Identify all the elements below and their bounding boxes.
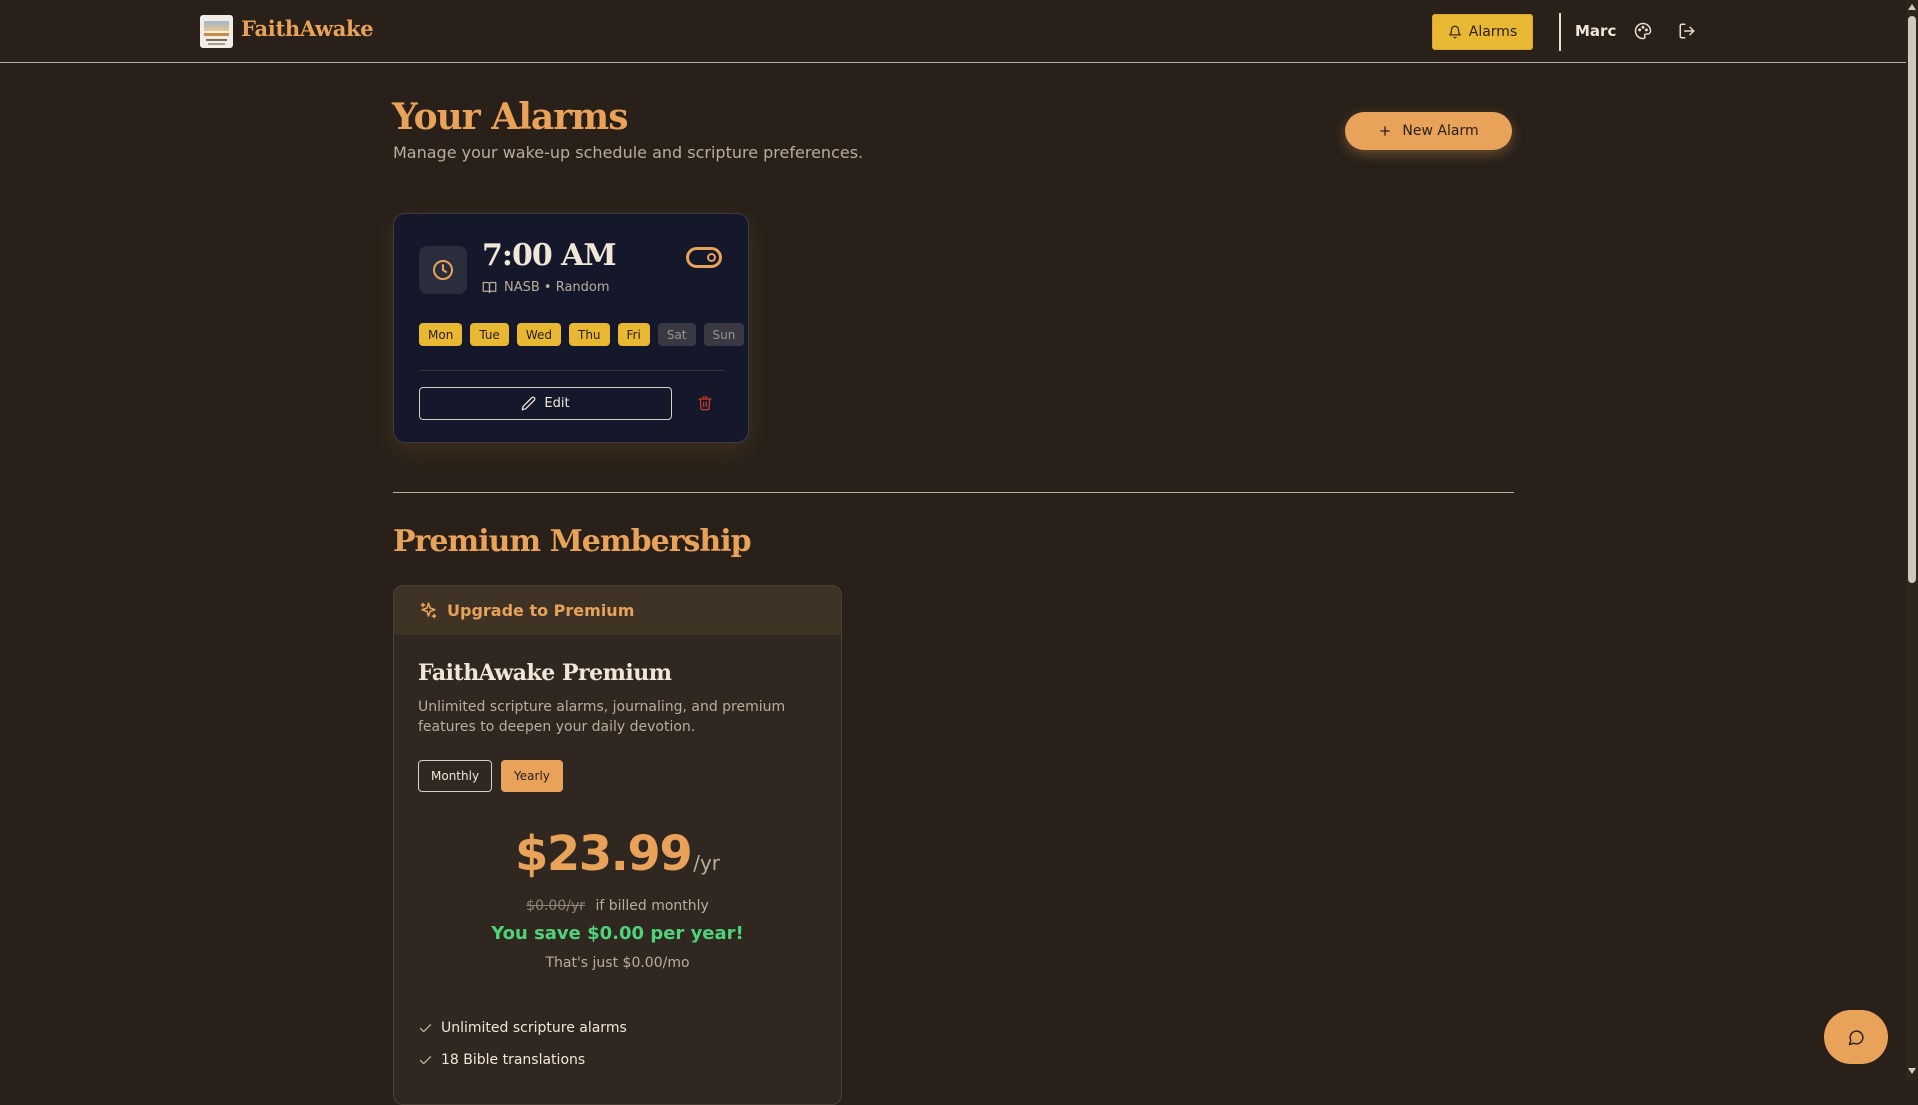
- logo[interactable]: [200, 15, 233, 48]
- scroll-up-arrow[interactable]: [1908, 4, 1916, 10]
- clock-icon-tile: [419, 246, 467, 294]
- feature-label: Unlimited scripture alarms: [441, 1020, 627, 1036]
- logout-icon[interactable]: [1678, 22, 1696, 40]
- plan-description: Unlimited scripture alarms, journaling, …: [418, 699, 786, 735]
- page-subtitle: Manage your wake-up schedule and scriptu…: [393, 143, 864, 162]
- palette-icon[interactable]: [1634, 22, 1652, 40]
- compare-price-strikethrough: $0.00/yr: [526, 898, 585, 914]
- alarm-enabled-toggle[interactable]: [686, 247, 722, 268]
- card-divider: [419, 370, 725, 371]
- price: $23.99: [514, 826, 693, 882]
- billing-yearly-button[interactable]: Yearly: [501, 760, 563, 792]
- new-alarm-label: New Alarm: [1402, 123, 1479, 139]
- savings-text: You save $0.00 per year!: [491, 923, 744, 944]
- alarm-time: 7:00 AM: [482, 238, 617, 273]
- check-icon: [419, 1023, 432, 1032]
- edit-alarm-button[interactable]: Edit: [419, 387, 672, 420]
- plan-name: FaithAwake Premium: [418, 660, 672, 686]
- feature-list: Unlimited scripture alarms 18 Bible tran…: [418, 1012, 627, 1076]
- alarm-translation: NASB • Random: [504, 280, 610, 295]
- alarm-days: Mon Tue Wed Thu Fri Sat Sun: [419, 323, 745, 346]
- day-sat[interactable]: Sat: [657, 323, 696, 346]
- compare-price: $0.00/yr if billed monthly: [394, 898, 841, 914]
- clock-icon: [433, 260, 453, 280]
- nav-alarms-button[interactable]: Alarms: [1432, 14, 1533, 50]
- billing-toggle: Monthly Yearly: [418, 760, 563, 792]
- per-month-text: That's just $0.00/mo: [545, 955, 690, 971]
- day-wed[interactable]: Wed: [516, 323, 561, 346]
- scroll-down-arrow[interactable]: [1908, 1068, 1916, 1074]
- feature-label: 18 Bible translations: [441, 1052, 586, 1068]
- bell-icon: [1448, 25, 1461, 39]
- day-tue[interactable]: Tue: [470, 323, 509, 346]
- top-nav: FaithAwake Alarms Marc: [0, 0, 1906, 63]
- sparkles-icon: [420, 602, 437, 619]
- user-name[interactable]: Marc: [1575, 22, 1616, 40]
- scroll-thumb[interactable]: [1908, 16, 1916, 583]
- page-scrollbar[interactable]: [1906, 0, 1918, 1080]
- billing-monthly-button[interactable]: Monthly: [418, 760, 493, 792]
- pencil-icon: [522, 396, 536, 411]
- premium-card: Upgrade to Premium FaithAwake Premium Un…: [393, 585, 842, 1105]
- nav-divider: [1559, 13, 1561, 51]
- chat-button[interactable]: [1824, 1010, 1888, 1064]
- list-item: 18 Bible translations: [418, 1044, 627, 1076]
- nav-alarms-label: Alarms: [1468, 24, 1518, 40]
- day-fri[interactable]: Fri: [617, 323, 650, 346]
- check-icon: [419, 1055, 432, 1064]
- chat-bubble-icon: [1848, 1029, 1864, 1045]
- edit-label: Edit: [544, 396, 570, 411]
- price-unit: /yr: [693, 851, 721, 875]
- day-sun[interactable]: Sun: [703, 323, 745, 346]
- book-icon: [482, 281, 497, 294]
- new-alarm-button[interactable]: New Alarm: [1345, 112, 1512, 150]
- trash-icon[interactable]: [697, 395, 713, 411]
- list-item: Unlimited scripture alarms: [418, 1012, 627, 1044]
- day-mon[interactable]: Mon: [419, 323, 463, 346]
- brand-name[interactable]: FaithAwake: [241, 16, 374, 41]
- alarm-meta: NASB • Random: [482, 280, 610, 295]
- premium-card-header: Upgrade to Premium: [394, 586, 841, 635]
- premium-section-title: Premium Membership: [393, 524, 752, 559]
- compare-text: if billed monthly: [595, 898, 709, 914]
- premium-header-label: Upgrade to Premium: [447, 601, 635, 620]
- alarm-card: 7:00 AM NASB • Random Mon Tue Wed Thu Fr…: [393, 213, 749, 443]
- page-title: Your Alarms: [392, 96, 629, 138]
- plus-icon: [1380, 126, 1391, 136]
- day-thu[interactable]: Thu: [568, 323, 610, 346]
- price-row: $23.99 /yr: [394, 826, 841, 882]
- section-divider: [393, 492, 1514, 493]
